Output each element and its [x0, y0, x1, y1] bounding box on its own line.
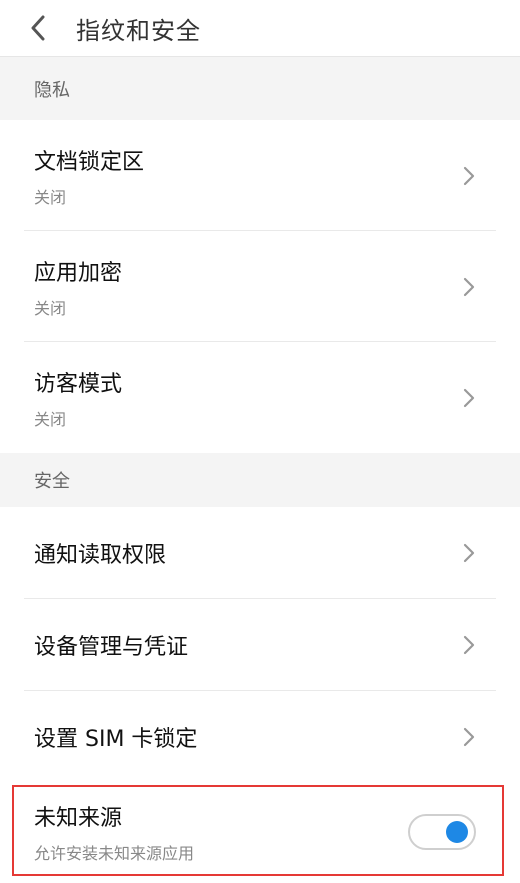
row-sim-lock[interactable]: 设置 SIM 卡锁定 — [0, 691, 520, 783]
row-label: 访客模式 — [34, 371, 123, 397]
chevron-right-icon — [463, 388, 475, 407]
chevron-right-icon — [463, 727, 475, 747]
back-button[interactable] — [0, 0, 76, 56]
chevron-right-icon — [463, 277, 475, 296]
chevron-right-icon — [463, 635, 475, 655]
section-title: 隐私 — [34, 79, 70, 101]
row-app-encryption[interactable]: 应用加密 关闭 — [0, 231, 520, 342]
row-label: 设备管理与凭证 — [34, 635, 189, 660]
row-device-admin-credentials[interactable]: 设备管理与凭证 — [0, 599, 520, 691]
row-label: 设置 SIM 卡锁定 — [34, 727, 198, 752]
section-header-security: 安全 — [0, 453, 520, 507]
unknown-sources-toggle[interactable] — [408, 814, 476, 850]
row-document-lock[interactable]: 文档锁定区 关闭 — [0, 120, 520, 231]
back-arrow-icon — [31, 15, 45, 41]
row-unknown-sources[interactable]: 未知来源 允许安装未知来源应用 — [0, 783, 520, 881]
row-description: 允许安装未知来源应用 — [34, 844, 195, 863]
row-label: 通知读取权限 — [34, 543, 167, 568]
row-status: 关闭 — [34, 409, 67, 429]
chevron-right-icon — [463, 543, 475, 563]
row-status: 关闭 — [34, 187, 67, 207]
toggle-knob — [446, 821, 468, 843]
row-notification-access[interactable]: 通知读取权限 — [0, 507, 520, 599]
chevron-right-icon — [463, 166, 475, 185]
row-label: 应用加密 — [34, 260, 123, 286]
page-title: 指纹和安全 — [76, 16, 201, 45]
app-bar: 指纹和安全 — [0, 0, 520, 57]
section-title: 安全 — [34, 471, 70, 492]
row-label: 文档锁定区 — [34, 149, 145, 175]
section-header-privacy: 隐私 — [0, 57, 520, 120]
row-label: 未知来源 — [34, 806, 123, 831]
row-status: 关闭 — [34, 298, 67, 318]
row-guest-mode[interactable]: 访客模式 关闭 — [0, 342, 520, 453]
